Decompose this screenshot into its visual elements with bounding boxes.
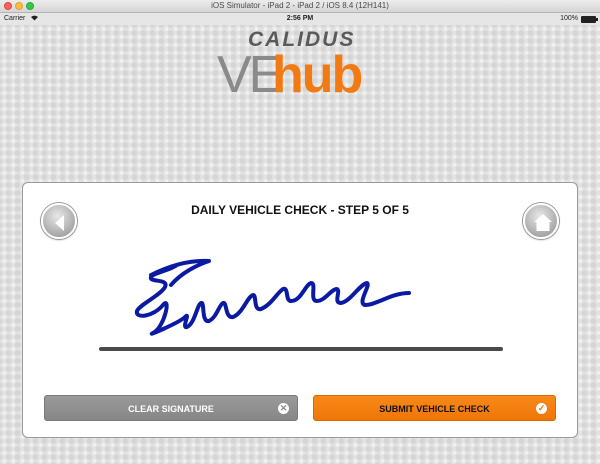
logo-hub-text: hub: [272, 46, 363, 104]
window-title: iOS Simulator - iPad 2 - iPad 2 / iOS 8.…: [211, 1, 389, 10]
status-time: 2:56 PM: [286, 15, 314, 22]
close-icon: ✕: [278, 403, 289, 414]
logo-ve-text: VE: [217, 46, 283, 104]
checkmark-icon: ✓: [536, 403, 547, 414]
signature-stroke: [134, 258, 411, 336]
battery-percentage: 100%: [560, 15, 578, 22]
home-icon: [534, 214, 552, 231]
clear-signature-button[interactable]: CLEAR SIGNATURE ✕: [44, 395, 298, 421]
signature-baseline: [99, 347, 503, 351]
page-title: DAILY VEHICLE CHECK - STEP 5 OF 5: [191, 203, 409, 217]
app-screen: CALIDUS VE hub DAILY VEHICLE CHECK - STE…: [0, 25, 600, 464]
submit-vehicle-check-label: SUBMIT VEHICLE CHECK: [379, 404, 490, 414]
signature-pad[interactable]: [101, 245, 501, 349]
simulator-titlebar: iOS Simulator - iPad 2 - iPad 2 / iOS 8.…: [0, 0, 600, 13]
signature-card: DAILY VEHICLE CHECK - STEP 5 OF 5 CLEAR …: [22, 182, 578, 438]
ios-status-bar: Carrier 2:56 PM 100%: [0, 13, 600, 25]
home-button[interactable]: [523, 203, 559, 239]
battery-icon: [581, 16, 598, 23]
clear-signature-label: CLEAR SIGNATURE: [128, 404, 214, 414]
submit-vehicle-check-button[interactable]: SUBMIT VEHICLE CHECK ✓: [313, 395, 556, 421]
